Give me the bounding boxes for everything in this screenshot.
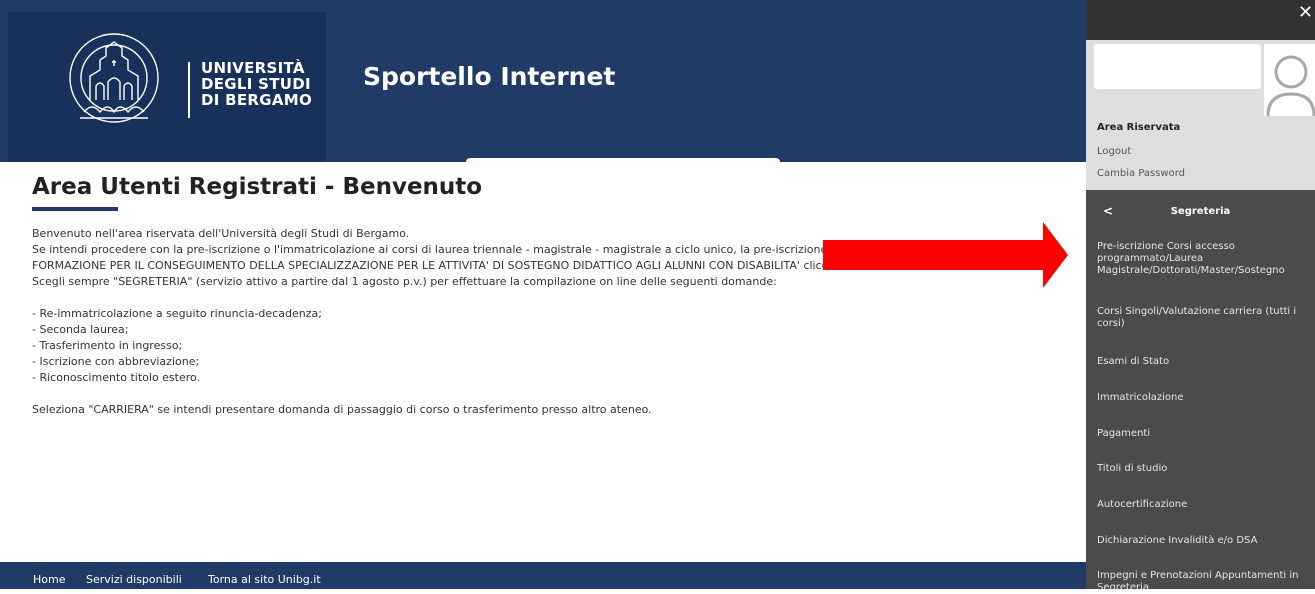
logo-divider xyxy=(188,62,190,118)
area-label: Area Riservata xyxy=(1097,122,1181,133)
menu-item-corsi-singoli[interactable]: Corsi Singoli/Valutazione carriera (tutt… xyxy=(1097,306,1305,330)
university-logo[interactable]: UNIVERSITÀ DEGLI STUDI DI BERGAMO xyxy=(8,12,326,162)
menu-item-autocertificazione[interactable]: Autocertificazione xyxy=(1097,499,1305,511)
menu-item-esami-di-stato[interactable]: Esami di Stato xyxy=(1097,356,1305,368)
list-item: - Re-immatricolazione a seguito rinuncia… xyxy=(32,307,322,320)
university-seal-icon xyxy=(69,33,159,123)
change-password-link[interactable]: Cambia Password xyxy=(1097,168,1185,179)
university-name-line: UNIVERSITÀ xyxy=(201,59,305,77)
paragraph: Seleziona "CARRIERA" se intendi presenta… xyxy=(32,403,652,416)
side-panel: ✕ Area Riservata Logout Cambia Password … xyxy=(1086,0,1315,593)
title-underline xyxy=(32,207,118,211)
list-item: - Riconoscimento titolo estero. xyxy=(32,371,201,384)
page-title: Area Utenti Registrati - Benvenuto xyxy=(32,174,483,200)
list-item: - Iscrizione con abbreviazione; xyxy=(32,355,200,368)
footer-link-home[interactable]: Home xyxy=(33,573,65,586)
footer-link-services[interactable]: Servizi disponibili xyxy=(86,573,182,586)
user-name-box xyxy=(1094,44,1261,89)
university-name-line: DI BERGAMO xyxy=(201,91,313,109)
menu-item-pagamenti[interactable]: Pagamenti xyxy=(1097,428,1305,440)
section-title: Segreteria xyxy=(1170,206,1231,217)
menu-item-preiscrizione[interactable]: Pre-iscrizione Corsi accesso programmato… xyxy=(1097,241,1305,277)
university-name-line: DEGLI STUDI xyxy=(201,75,311,93)
right-arrow-icon xyxy=(823,222,1068,288)
menu-item-invalidita-dsa[interactable]: Dichiarazione Invalidità e/o DSA xyxy=(1097,535,1305,547)
list-item: - Seconda laurea; xyxy=(32,323,129,336)
menu-item-immatricolazione[interactable]: Immatricolazione xyxy=(1097,392,1305,404)
avatar xyxy=(1264,44,1315,116)
footer-link-unibg[interactable]: Torna al sito Unibg.it xyxy=(208,573,321,586)
section-header: < Segreteria xyxy=(1086,200,1315,222)
list-item: - Trasferimento in ingresso; xyxy=(32,339,183,352)
university-name: UNIVERSITÀ DEGLI STUDI DI BERGAMO xyxy=(201,60,312,108)
menu-item-titoli-di-studio[interactable]: Titoli di studio xyxy=(1097,463,1305,475)
menu-item-appuntamenti[interactable]: Impegni e Prenotazioni Appuntamenti in S… xyxy=(1097,570,1305,594)
user-area: Area Riservata Logout Cambia Password xyxy=(1086,40,1315,190)
logout-link[interactable]: Logout xyxy=(1097,146,1131,157)
close-icon[interactable]: ✕ xyxy=(1298,2,1313,23)
side-panel-top: ✕ xyxy=(1086,0,1315,40)
app-title: Sportello Internet xyxy=(363,62,616,91)
header-tab xyxy=(466,158,780,166)
